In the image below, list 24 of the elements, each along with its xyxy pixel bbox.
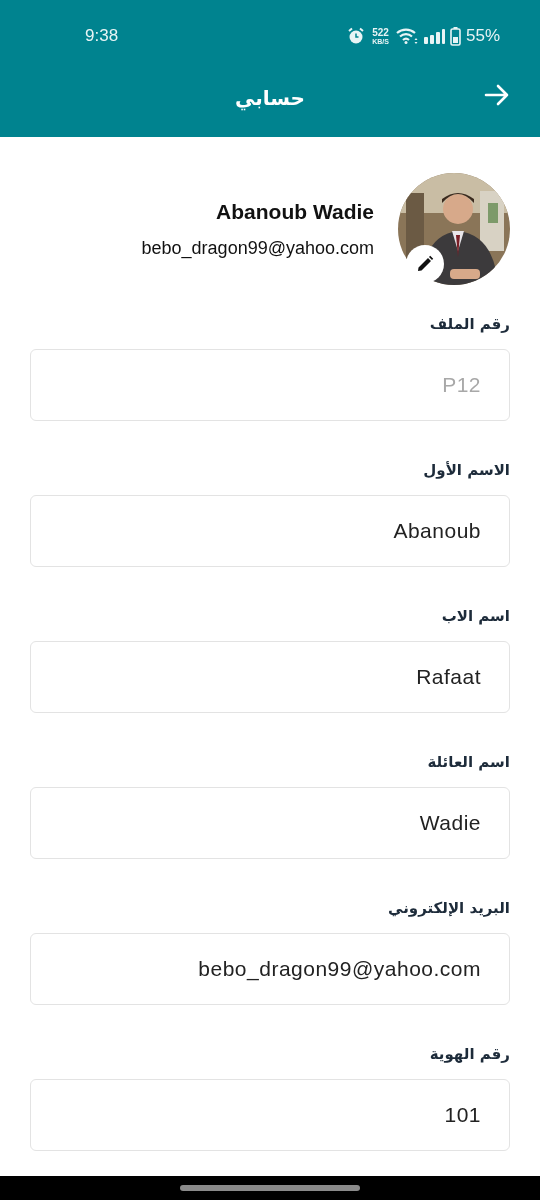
field-label: الاسم الأول [423, 461, 510, 479]
profile-name: Abanoub Wadie [216, 199, 374, 224]
input-field[interactable]: Abanoub [30, 495, 510, 567]
input-field[interactable]: P12 [30, 349, 510, 421]
input-field[interactable]: Rafaat [30, 641, 510, 713]
page-title: حسابي [235, 85, 305, 113]
signal-icon [422, 28, 445, 44]
input-field[interactable]: Wadie [30, 787, 510, 859]
input-field[interactable]: bebo_dragon99@yahoo.com [30, 933, 510, 1005]
profile-email: bebo_dragon99@yahoo.com [141, 237, 374, 259]
alarm-icon [347, 27, 366, 45]
pencil-icon [416, 255, 434, 273]
speed-value: 522 [372, 27, 389, 38]
field-label: اسم الاب [441, 607, 510, 625]
wifi-icon [395, 28, 418, 44]
arrow-icon [484, 84, 510, 106]
field-label: رقم الهوية [429, 1045, 510, 1063]
field-label: اسم العائلة [427, 753, 510, 771]
field-label: رقم الملف [429, 315, 510, 333]
battery-percent: 55% [465, 26, 500, 46]
field-label: البريد الإلكتروني [388, 899, 510, 917]
battery-icon [449, 26, 461, 46]
status-time: 9:38 [85, 26, 119, 46]
input-field[interactable]: 101 [30, 1079, 510, 1151]
